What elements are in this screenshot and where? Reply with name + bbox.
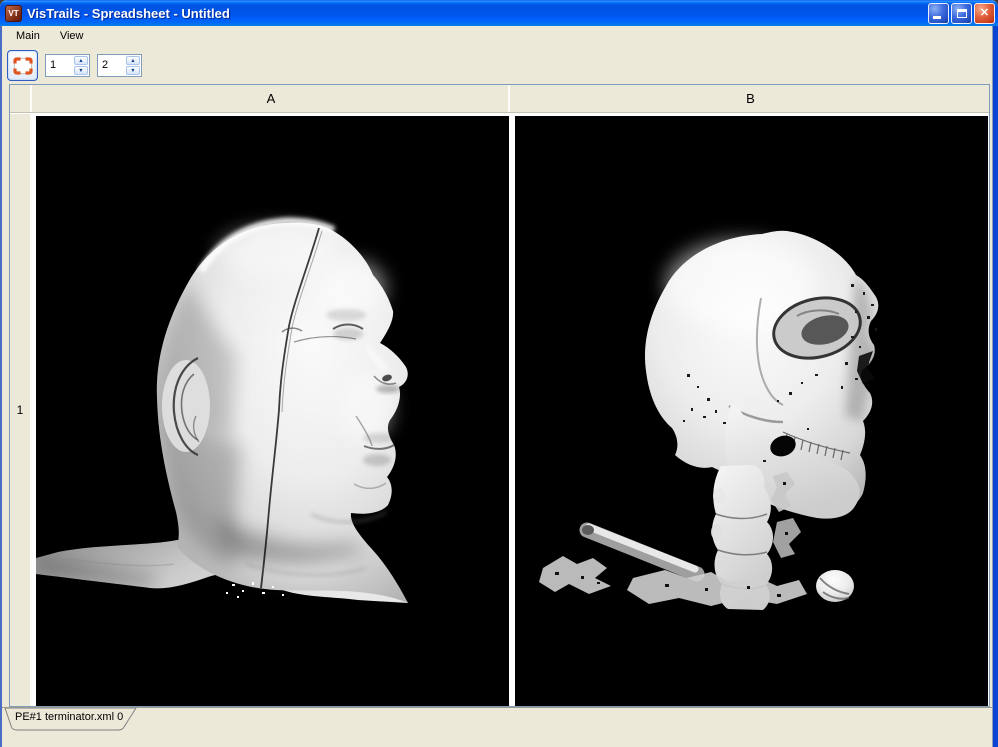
- cell-a1-head-skin-rendering[interactable]: [36, 116, 509, 706]
- window-frame-right: [992, 26, 998, 747]
- menu-view[interactable]: View: [50, 27, 94, 46]
- maximize-button[interactable]: [951, 3, 972, 24]
- corner-cell: [10, 85, 32, 112]
- spin-down-icon: ▼: [78, 68, 83, 73]
- head-skin-visualization: [36, 116, 509, 706]
- row-count-value[interactable]: 1: [46, 55, 73, 76]
- fullscreen-icon: [13, 56, 33, 76]
- fullscreen-toggle-button[interactable]: [7, 50, 38, 81]
- window-controls: ✕: [928, 3, 995, 24]
- spin-down-icon: ▼: [130, 68, 135, 73]
- cell-b1-skull-rendering[interactable]: [515, 116, 988, 706]
- row-count-spinbox[interactable]: 1 ▲ ▼: [45, 54, 90, 77]
- spin-up-icon: ▲: [130, 58, 135, 63]
- spreadsheet-body: 1: [10, 114, 989, 706]
- column-spin-up-button[interactable]: ▲: [126, 56, 140, 65]
- skull-visualization: [515, 116, 988, 706]
- tab-bar-top-line: [2, 707, 992, 708]
- column-header-row: A B: [10, 85, 989, 112]
- sheet-tab-bar: PE#1 terminator.xml 0: [2, 707, 992, 733]
- column-spin-down-button[interactable]: ▼: [126, 66, 140, 75]
- maximize-icon: [957, 9, 967, 18]
- window-title: VisTrails - Spreadsheet - Untitled: [27, 6, 928, 21]
- tab-label: PE#1 terminator.xml 0: [15, 711, 123, 723]
- minimize-button[interactable]: [928, 3, 949, 24]
- app-logo-icon[interactable]: VT: [5, 5, 22, 22]
- row-header-1[interactable]: 1: [10, 114, 32, 706]
- close-button[interactable]: ✕: [974, 3, 995, 24]
- row-spin-down-button[interactable]: ▼: [74, 66, 88, 75]
- column-header-b[interactable]: B: [512, 85, 989, 112]
- title-bar: VT VisTrails - Spreadsheet - Untitled ✕: [0, 0, 998, 26]
- spreadsheet-grid: A B 1: [9, 84, 990, 707]
- column-header-a[interactable]: A: [34, 85, 510, 112]
- close-icon: ✕: [980, 8, 989, 19]
- spin-up-icon: ▲: [78, 58, 83, 63]
- menu-main[interactable]: Main: [6, 27, 50, 46]
- column-count-value[interactable]: 2: [98, 55, 125, 76]
- row-spin-up-button[interactable]: ▲: [74, 56, 88, 65]
- window-frame-left: [0, 26, 2, 747]
- menu-bar: Main View: [2, 26, 992, 47]
- sheet-tab-active[interactable]: PE#1 terminator.xml 0: [3, 708, 139, 731]
- vistrails-spreadsheet-window: VT VisTrails - Spreadsheet - Untitled ✕ …: [0, 0, 998, 747]
- column-count-spinbox[interactable]: 2 ▲ ▼: [97, 54, 142, 77]
- toolbar: 1 ▲ ▼ 2 ▲ ▼: [2, 47, 992, 84]
- minimize-icon: [933, 16, 941, 19]
